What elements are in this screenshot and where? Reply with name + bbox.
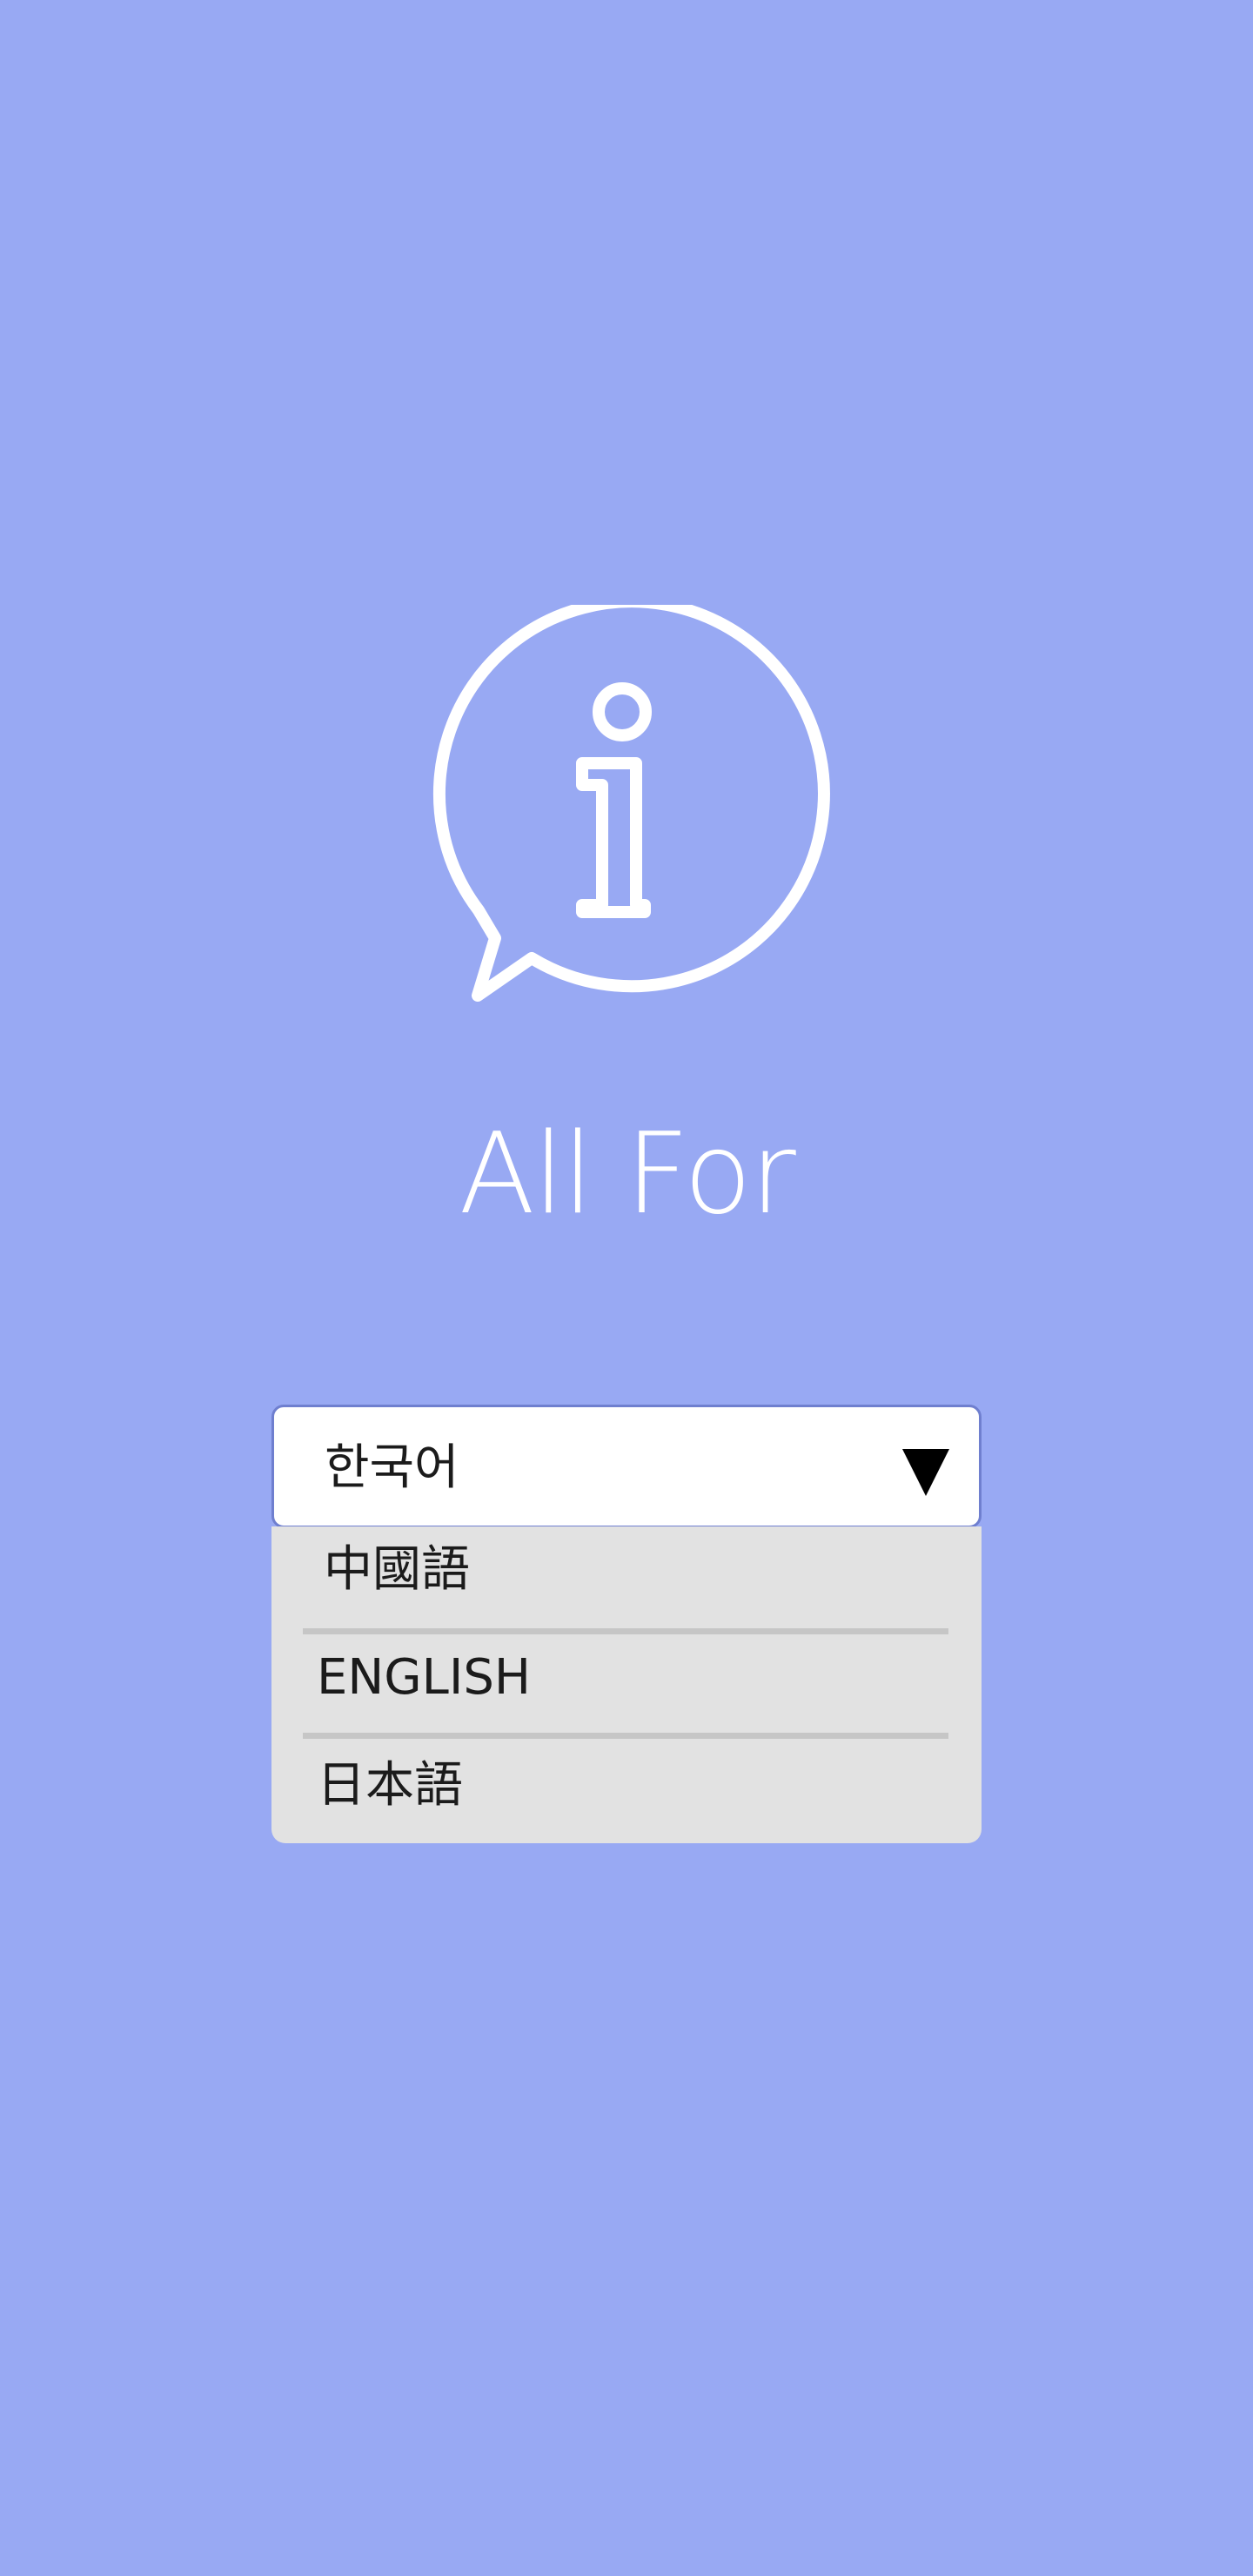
divider (303, 1628, 948, 1634)
language-option-japanese[interactable]: 日本語 (271, 1742, 982, 1829)
language-options-list: 中國語 ENGLISH 日本語 (271, 1526, 982, 1843)
caret-down-icon[interactable] (902, 1449, 949, 1496)
info-speech-bubble-icon (432, 605, 830, 1002)
divider (303, 1733, 948, 1739)
language-option-chinese[interactable]: 中國語 (271, 1526, 982, 1613)
selected-language: 한국어 (325, 1439, 459, 1496)
language-option-label: ENGLISH (317, 1649, 532, 1706)
language-select[interactable]: 한국어 (271, 1405, 982, 1528)
language-option-label: 中國語 (324, 1541, 470, 1598)
language-option-label: 日本語 (317, 1757, 463, 1814)
app-title: All For (459, 1110, 795, 1239)
app-logo (422, 605, 831, 1014)
language-option-english[interactable]: ENGLISH (271, 1634, 982, 1721)
